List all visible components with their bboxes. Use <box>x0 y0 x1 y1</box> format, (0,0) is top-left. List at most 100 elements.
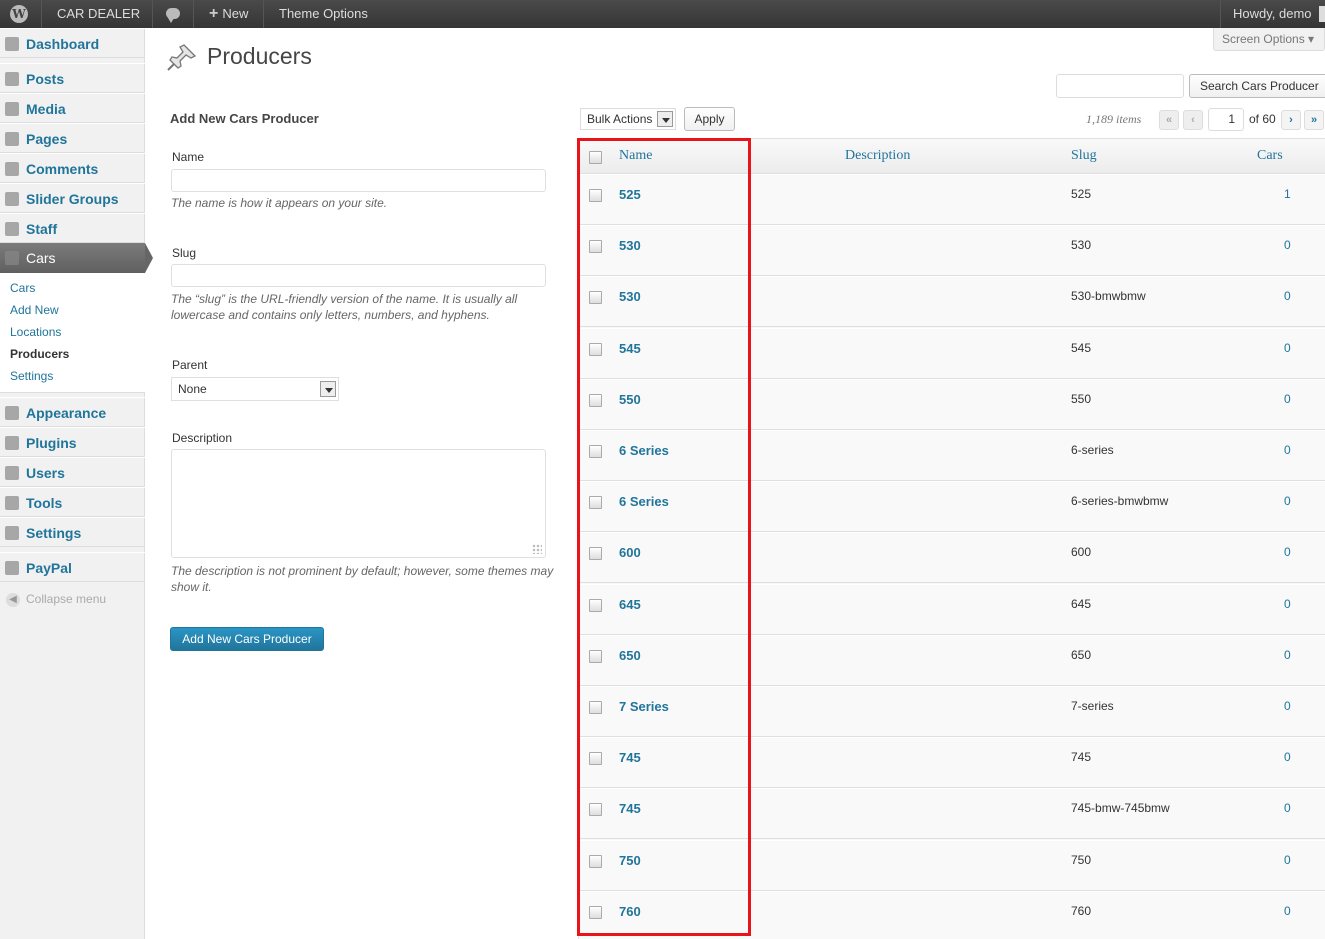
sidebar-item-paypal[interactable]: PayPal <box>0 552 145 582</box>
sidebar-item-tools[interactable]: Tools <box>0 487 145 517</box>
row-checkbox[interactable] <box>589 803 602 817</box>
producer-cars-count-link[interactable]: 0 <box>1284 699 1291 713</box>
collapse-menu-button[interactable]: ◀ Collapse menu <box>6 592 106 607</box>
producer-name-link[interactable]: 745 <box>619 750 641 765</box>
resize-grip-icon[interactable] <box>532 544 542 554</box>
producer-name-link[interactable]: 600 <box>619 545 641 560</box>
submenu-add-new[interactable]: Add New <box>10 303 59 317</box>
producer-cars-count-link[interactable]: 0 <box>1284 801 1291 815</box>
first-page-button[interactable]: « <box>1159 110 1179 130</box>
add-new-producer-button[interactable]: Add New Cars Producer <box>170 627 324 651</box>
submenu-producers[interactable]: Producers <box>10 347 69 361</box>
producer-cars-count-link[interactable]: 0 <box>1284 494 1291 508</box>
producer-cars-count-link[interactable]: 0 <box>1284 597 1291 611</box>
producer-name-link[interactable]: 750 <box>619 853 641 868</box>
media-icon <box>5 102 19 116</box>
parent-select[interactable]: None <box>171 377 339 401</box>
row-checkbox[interactable] <box>589 701 602 714</box>
sidebar-item-media[interactable]: Media <box>0 93 145 123</box>
apply-button[interactable]: Apply <box>684 107 735 131</box>
producer-name-link[interactable]: 650 <box>619 648 641 663</box>
producer-name-link[interactable]: 530 <box>619 238 641 253</box>
producer-name-link[interactable]: 550 <box>619 392 641 407</box>
sidebar-item-pages[interactable]: Pages <box>0 123 145 153</box>
sidebar-item-comments[interactable]: Comments <box>0 153 145 183</box>
producer-slug: 530 <box>1071 238 1092 253</box>
bulk-actions-value: Bulk Actions <box>587 112 653 126</box>
next-page-button[interactable]: › <box>1281 110 1301 130</box>
row-checkbox[interactable] <box>589 598 602 612</box>
row-checkbox[interactable] <box>589 291 602 305</box>
wordpress-logo-button[interactable]: W <box>0 0 42 28</box>
screen-options-button[interactable]: Screen Options ▾ <box>1213 28 1325 51</box>
bulk-actions-select[interactable]: Bulk Actions <box>580 108 676 130</box>
producer-name-link[interactable]: 645 <box>619 597 641 612</box>
column-name-header[interactable]: Name <box>619 148 652 164</box>
admin-bar: W CAR DEALER + New Theme Options Howdy, d… <box>0 0 1325 28</box>
producer-cars-count-link[interactable]: 1 <box>1284 187 1291 201</box>
producer-cars-count-link[interactable]: 0 <box>1284 289 1291 303</box>
last-page-button[interactable]: » <box>1304 110 1324 130</box>
row-checkbox[interactable] <box>589 649 602 663</box>
submenu-cars[interactable]: Cars <box>10 281 35 295</box>
name-field[interactable] <box>171 169 546 192</box>
search-input[interactable] <box>1056 74 1184 98</box>
description-textarea[interactable] <box>171 449 546 558</box>
site-name-link[interactable]: CAR DEALER <box>43 0 153 28</box>
sidebar-item-posts[interactable]: Posts <box>0 63 145 93</box>
search-button[interactable]: Search Cars Producer <box>1189 74 1325 98</box>
sidebar-item-settings[interactable]: Settings <box>0 517 145 547</box>
producer-name-link[interactable]: 760 <box>619 904 641 919</box>
row-checkbox[interactable] <box>589 240 602 254</box>
sidebar-item-label: PayPal <box>26 560 72 576</box>
producer-cars-count-link[interactable]: 0 <box>1284 853 1291 867</box>
row-checkbox[interactable] <box>589 547 602 561</box>
prev-page-button[interactable]: ‹ <box>1183 110 1203 130</box>
sidebar-item-slider-groups[interactable]: Slider Groups <box>0 183 145 213</box>
producer-cars-count-link[interactable]: 0 <box>1284 238 1291 252</box>
sidebar-item-dashboard[interactable]: Dashboard <box>0 28 145 58</box>
row-checkbox[interactable] <box>589 445 602 458</box>
select-all-checkbox[interactable] <box>589 151 602 164</box>
comment-icon <box>5 162 19 176</box>
slug-field[interactable] <box>171 264 546 287</box>
sidebar-item-plugins[interactable]: Plugins <box>0 427 145 457</box>
table-row: 530 530-bmwbmw 0 <box>579 276 1325 328</box>
producer-name-link[interactable]: 545 <box>619 341 641 356</box>
producer-cars-count-link[interactable]: 0 <box>1284 392 1291 406</box>
current-page-input[interactable]: 1 <box>1208 108 1244 131</box>
row-checkbox[interactable] <box>589 854 602 868</box>
producer-name-link[interactable]: 7 Series <box>619 699 669 714</box>
row-checkbox[interactable] <box>589 752 602 766</box>
row-checkbox[interactable] <box>589 393 602 407</box>
producer-name-link[interactable]: 525 <box>619 187 641 202</box>
sidebar-item-appearance[interactable]: Appearance <box>0 397 145 427</box>
column-cars-header[interactable]: Cars <box>1257 148 1283 164</box>
producer-name-link[interactable]: 6 Series <box>619 443 669 458</box>
table-row: 7 Series 7-series 0 <box>579 686 1325 737</box>
comments-button[interactable] <box>154 0 194 28</box>
row-checkbox[interactable] <box>589 342 602 356</box>
row-checkbox[interactable] <box>589 189 602 202</box>
producer-name-link[interactable]: 6 Series <box>619 494 669 509</box>
producer-cars-count-link[interactable]: 0 <box>1284 904 1291 918</box>
submenu-settings[interactable]: Settings <box>10 369 53 383</box>
new-content-button[interactable]: + New <box>195 0 264 28</box>
producer-name-link[interactable]: 530 <box>619 289 641 304</box>
theme-options-link[interactable]: Theme Options <box>265 0 380 28</box>
sidebar-item-cars[interactable]: Cars <box>0 243 153 273</box>
producer-cars-count-link[interactable]: 0 <box>1284 545 1291 559</box>
producer-name-link[interactable]: 745 <box>619 801 641 816</box>
column-description-header[interactable]: Description <box>845 148 910 164</box>
account-menu[interactable]: Howdy, demo <box>1220 0 1325 28</box>
sidebar-item-users[interactable]: Users <box>0 457 145 487</box>
producer-cars-count-link[interactable]: 0 <box>1284 341 1291 355</box>
sidebar-item-staff[interactable]: Staff <box>0 213 145 243</box>
row-checkbox[interactable] <box>589 905 602 919</box>
column-slug-header[interactable]: Slug <box>1071 148 1097 164</box>
producer-cars-count-link[interactable]: 0 <box>1284 648 1291 662</box>
row-checkbox[interactable] <box>589 496 602 510</box>
producer-cars-count-link[interactable]: 0 <box>1284 443 1291 457</box>
submenu-locations[interactable]: Locations <box>10 325 61 339</box>
producer-cars-count-link[interactable]: 0 <box>1284 750 1291 764</box>
